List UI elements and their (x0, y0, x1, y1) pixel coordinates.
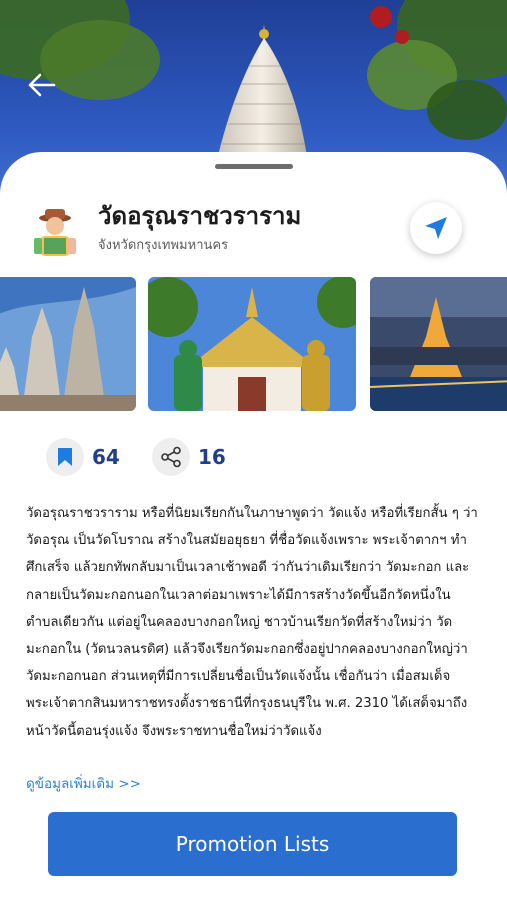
back-button[interactable] (26, 70, 60, 100)
gallery-photo[interactable] (0, 277, 136, 411)
share-count: 16 (198, 445, 226, 469)
share-icon (161, 446, 181, 468)
bookmark-button[interactable] (46, 438, 84, 476)
navigate-button[interactable] (410, 202, 462, 254)
photo-gallery[interactable] (0, 277, 507, 413)
bookmark-count: 64 (92, 445, 120, 469)
place-title: วัดอรุณราชวราราม (98, 202, 302, 230)
gallery-photo[interactable] (370, 277, 507, 411)
foliage (427, 80, 507, 140)
gallery-photo[interactable] (148, 277, 356, 411)
share-stat[interactable]: 16 (152, 438, 226, 476)
more-info-link[interactable]: ดูข้อมูลเพิ่มเติม >> (26, 772, 141, 794)
drag-handle[interactable] (215, 164, 293, 169)
flower (370, 6, 392, 28)
detail-sheet: วัดอรุณราชวราราม จังหวัดกรุงเทพมหานคร 64… (0, 152, 507, 900)
prang-tower (216, 24, 308, 164)
province-label: จังหวัดกรุงเทพมหานคร (98, 238, 229, 253)
place-description: วัดอรุณราชวราราม หรือที่นิยมเรียกกันในภา… (26, 506, 478, 739)
flower (395, 30, 409, 44)
bookmark-icon (58, 448, 72, 466)
bookmark-stat[interactable]: 64 (46, 438, 120, 476)
back-arrow-icon (28, 73, 56, 97)
traveler-avatar-icon (34, 209, 76, 256)
promotion-lists-button[interactable]: Promotion Lists (48, 812, 457, 876)
share-button[interactable] (152, 438, 190, 476)
navigation-arrow-icon (425, 217, 447, 239)
